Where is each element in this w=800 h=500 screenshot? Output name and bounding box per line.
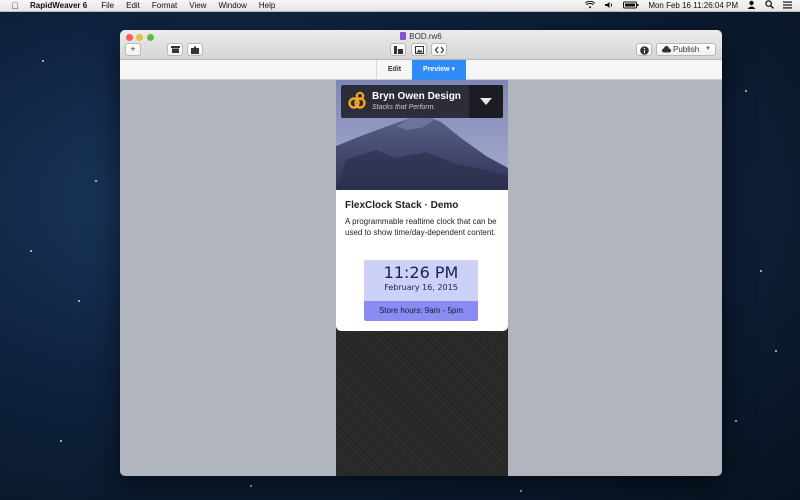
site-header: Bryn Owen Design Stacks that Perform.	[341, 85, 503, 118]
stack-title: FlexClock Stack · Demo	[345, 200, 459, 211]
brand-logo-icon[interactable]	[348, 91, 366, 116]
star	[745, 90, 747, 92]
store-hours-banner: Store hours: 9am - 5pm	[364, 301, 478, 321]
notification-center-icon[interactable]	[783, 1, 792, 11]
star	[760, 270, 762, 272]
app-window: BOD.rw6 + Publish ▼ Edit Preview ▾ Bryn …	[120, 30, 722, 476]
cloud-upload-icon	[662, 44, 671, 53]
menu-help[interactable]: Help	[259, 1, 275, 10]
star	[30, 250, 32, 252]
star	[60, 440, 62, 442]
code-icon	[434, 46, 444, 54]
star	[95, 180, 97, 182]
menu-view[interactable]: View	[189, 1, 206, 10]
menu-extras: Mon Feb 16 11:26:04 PM	[585, 0, 792, 11]
page-inspector-button[interactable]	[390, 43, 406, 56]
stack-description: A programmable realtime clock that can b…	[345, 217, 497, 237]
resources-button[interactable]	[167, 43, 183, 56]
nav-menu-toggle-button[interactable]	[469, 85, 503, 118]
info-button[interactable]	[636, 43, 652, 56]
apple-menu-icon[interactable]: 	[10, 1, 20, 11]
volume-icon[interactable]	[604, 1, 614, 11]
clock-time: 11:26 PM	[383, 263, 459, 282]
star	[775, 350, 777, 352]
battery-icon[interactable]	[623, 1, 639, 11]
source-code-button[interactable]	[431, 43, 447, 56]
window-titlebar: BOD.rw6 + Publish ▼	[120, 30, 722, 60]
tab-preview[interactable]: Preview ▾	[412, 60, 466, 80]
star	[42, 60, 44, 62]
document-icon	[400, 32, 407, 40]
clock-date: February 16, 2015	[384, 283, 458, 292]
menu-bar:  RapidWeaver 6 File Edit Format View Wi…	[0, 0, 800, 12]
star	[520, 490, 522, 492]
info-icon	[639, 46, 649, 55]
star	[735, 420, 737, 422]
menu-window[interactable]: Window	[218, 1, 246, 10]
archive-icon	[170, 46, 180, 53]
content-card: Bryn Owen Design Stacks that Perform. Fl…	[336, 80, 508, 331]
star	[78, 300, 80, 302]
menu-app-name[interactable]: RapidWeaver 6	[30, 1, 87, 10]
add-page-button[interactable]: +	[125, 43, 141, 56]
hero-image: Bryn Owen Design Stacks that Perform.	[336, 80, 508, 190]
wifi-icon[interactable]	[585, 0, 596, 11]
brand-name[interactable]: Bryn Owen Design	[372, 91, 461, 102]
triangle-down-icon	[480, 98, 492, 105]
chevron-down-icon[interactable]: ▼	[705, 44, 711, 55]
user-icon[interactable]	[747, 0, 756, 11]
menubar-clock[interactable]: Mon Feb 16 11:26:04 PM	[648, 1, 738, 10]
star	[250, 485, 252, 487]
publish-label: Publish	[673, 45, 700, 54]
spotlight-search-icon[interactable]	[765, 0, 774, 11]
menu-format[interactable]: Format	[152, 1, 177, 10]
image-icon	[414, 46, 424, 54]
document-title: BOD.rw6	[120, 32, 722, 41]
menu-edit[interactable]: Edit	[126, 1, 140, 10]
web-preview[interactable]: Bryn Owen Design Stacks that Perform. Fl…	[336, 80, 508, 476]
menu-file[interactable]: File	[101, 1, 114, 10]
mode-switcher: Edit Preview ▾	[120, 60, 722, 80]
flexclock-display: 11:26 PM February 16, 2015	[364, 260, 478, 301]
puzzle-icon	[190, 46, 199, 54]
brand-tagline: Stacks that Perform.	[372, 104, 436, 111]
media-button[interactable]	[411, 43, 427, 56]
layout-icon	[393, 46, 403, 54]
tab-edit[interactable]: Edit	[376, 60, 412, 80]
publish-button[interactable]: Publish ▼	[656, 43, 716, 56]
document-title-text: BOD.rw6	[409, 32, 442, 41]
addons-button[interactable]	[187, 43, 203, 56]
